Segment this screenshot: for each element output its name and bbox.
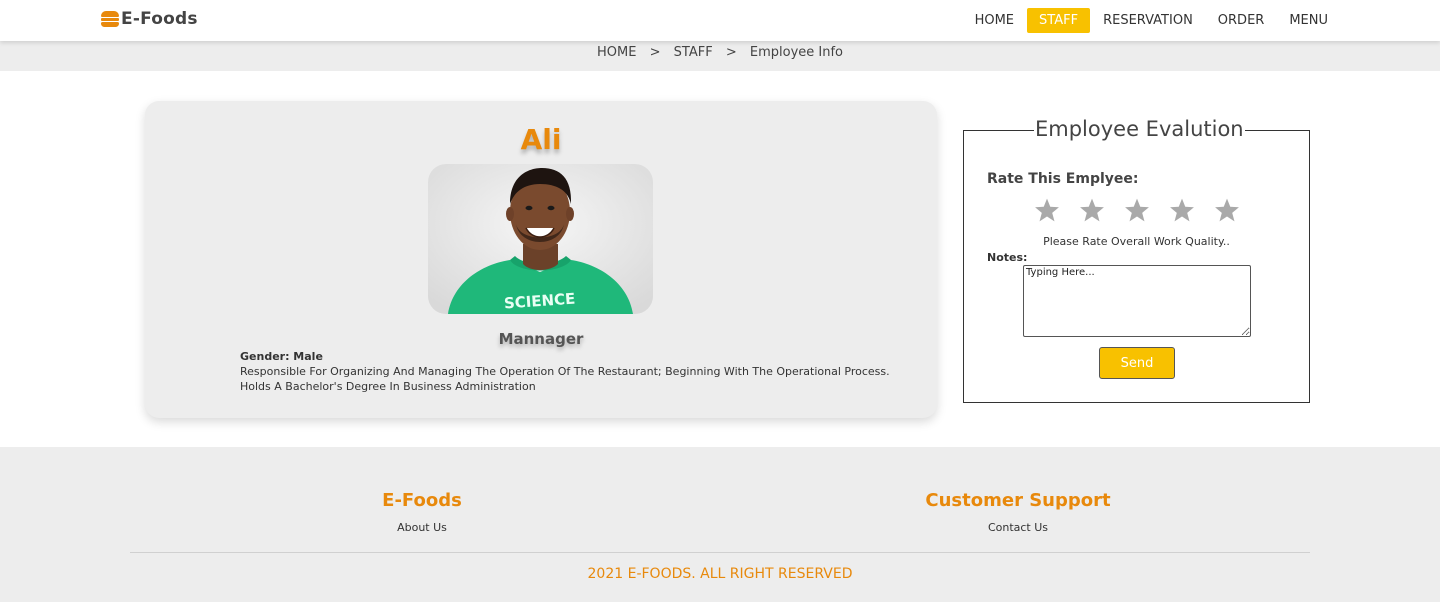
notes-label: Notes: — [987, 251, 1028, 264]
brand-logo[interactable]: E-Foods — [101, 9, 198, 29]
send-button[interactable]: Send — [1099, 347, 1175, 379]
burger-icon — [101, 11, 119, 27]
footer: E-Foods About Us Customer Support Contac… — [0, 447, 1440, 602]
footer-efoods-title: E-Foods — [382, 490, 462, 511]
employee-description: Responsible For Organizing And Managing … — [240, 365, 890, 378]
nav-reservation[interactable]: RESERVATION — [1091, 8, 1205, 33]
top-navbar: E-Foods HOME STAFF RESERVATION ORDER MEN… — [0, 0, 1440, 41]
star-icon-4[interactable] — [1169, 197, 1195, 223]
star-icon-5[interactable] — [1214, 197, 1240, 223]
about-us-link[interactable]: About Us — [322, 521, 522, 534]
breadcrumb-staff[interactable]: STAFF — [674, 45, 713, 60]
main-nav: HOME STAFF RESERVATION ORDER MENU — [962, 8, 1340, 33]
quality-hint: Please Rate Overall Work Quality.. — [1043, 235, 1230, 248]
employee-name: Ali — [520, 123, 562, 156]
footer-col-efoods: E-Foods About Us — [322, 490, 522, 534]
footer-divider — [130, 552, 1310, 553]
employee-gender: Gender: Male — [240, 350, 323, 363]
footer-col-support: Customer Support Contact Us — [918, 490, 1118, 534]
breadcrumb-separator: > — [725, 45, 737, 60]
footer-support-title: Customer Support — [925, 490, 1111, 511]
employee-photo: SCIENCE — [428, 164, 653, 314]
employee-evaluation-form: Employee Evalution Rate This Emplyee: Pl… — [963, 117, 1310, 403]
nav-menu[interactable]: MENU — [1277, 8, 1340, 33]
employee-degree: Holds A Bachelor's Degree In Business Ad… — [240, 380, 536, 393]
breadcrumb-current: Employee Info — [749, 45, 843, 60]
breadcrumb-bar: HOME > STAFF > Employee Info — [0, 41, 1440, 71]
brand-name: E-Foods — [121, 9, 198, 29]
copyright: 2021 E-FOODS. ALL RIGHT RESERVED — [587, 566, 853, 582]
star-rating — [1034, 197, 1240, 223]
nav-home[interactable]: HOME — [963, 8, 1026, 33]
notes-textarea[interactable] — [1023, 265, 1251, 337]
employee-role: Mannager — [498, 330, 584, 348]
employee-card: Ali SCIENCE Mannager Gender: Male Respon… — [145, 101, 937, 418]
star-icon-1[interactable] — [1034, 197, 1060, 223]
breadcrumb: HOME > STAFF > Employee Info — [0, 45, 1440, 60]
star-icon-2[interactable] — [1079, 197, 1105, 223]
rate-label: Rate This Emplyee: — [987, 171, 1139, 187]
nav-order[interactable]: ORDER — [1206, 8, 1277, 33]
breadcrumb-home[interactable]: HOME — [597, 45, 636, 60]
star-icon-3[interactable] — [1124, 197, 1150, 223]
employee-details: Gender: Male Responsible For Organizing … — [240, 349, 890, 394]
breadcrumb-separator: > — [649, 45, 661, 60]
nav-staff[interactable]: STAFF — [1027, 8, 1091, 33]
evaluation-title: Employee Evalution — [1034, 117, 1245, 141]
contact-us-link[interactable]: Contact Us — [918, 521, 1118, 534]
employee-photo-image: SCIENCE — [428, 164, 653, 314]
